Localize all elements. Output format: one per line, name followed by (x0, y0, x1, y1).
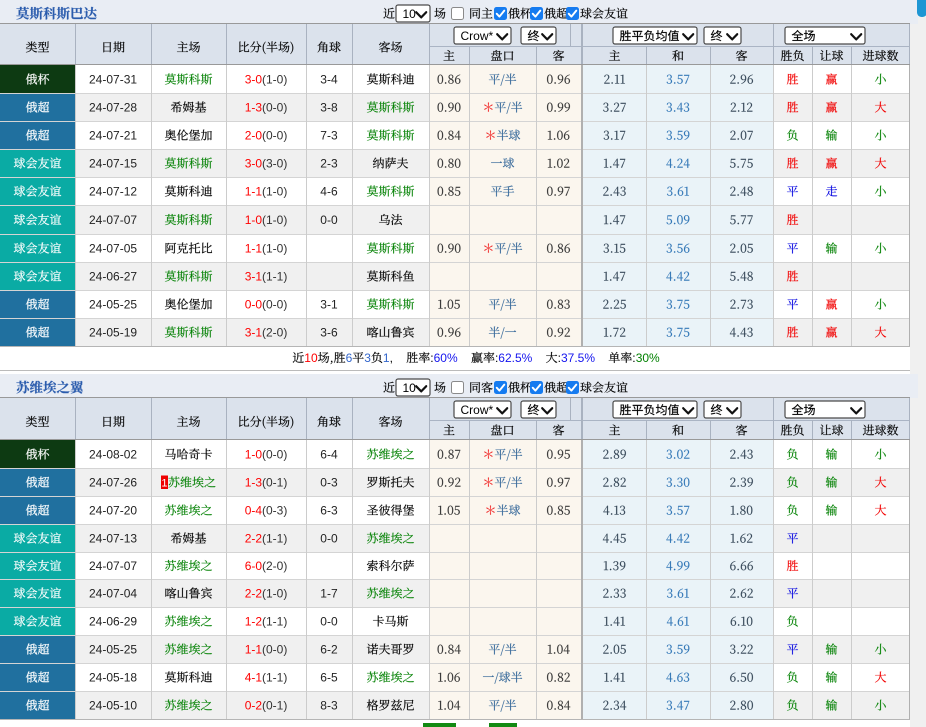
svg-text:(1-1): (1-1) (262, 270, 287, 284)
svg-text:24-07-26: 24-07-26 (89, 476, 137, 490)
svg-text:10: 10 (304, 351, 318, 365)
svg-text:6: 6 (346, 351, 353, 365)
svg-text:10: 10 (403, 7, 417, 21)
svg-text:(0-0): (0-0) (262, 448, 287, 462)
svg-text:3-1: 3-1 (245, 326, 263, 340)
svg-text:6-2: 6-2 (320, 643, 338, 657)
svg-text:24-06-29: 24-06-29 (89, 615, 137, 629)
svg-text:(1-1): (1-1) (262, 615, 287, 629)
svg-text:4-1: 4-1 (245, 671, 263, 685)
svg-text:2-2: 2-2 (245, 532, 263, 546)
svg-text:(0-1): (0-1) (262, 699, 287, 713)
svg-text:1-7: 1-7 (320, 587, 338, 601)
svg-text:7-3: 7-3 (320, 129, 338, 143)
svg-text:(0-0): (0-0) (262, 298, 287, 312)
svg-text:1-0: 1-0 (245, 213, 263, 227)
svg-text:24-07-21: 24-07-21 (89, 129, 137, 143)
svg-text:Crow*: Crow* (461, 29, 494, 43)
svg-text:24-07-12: 24-07-12 (89, 185, 137, 199)
svg-text:2-3: 2-3 (320, 157, 338, 171)
svg-text:24-05-25: 24-05-25 (89, 298, 137, 312)
svg-text:24-07-07: 24-07-07 (89, 213, 137, 227)
svg-text:6-4: 6-4 (320, 448, 338, 462)
svg-text:(1-1): (1-1) (262, 532, 287, 546)
svg-text:6-3: 6-3 (320, 504, 338, 518)
svg-text:1-3: 1-3 (245, 101, 263, 115)
svg-text:1-3: 1-3 (245, 476, 263, 490)
svg-text:(0-0): (0-0) (262, 643, 287, 657)
svg-text:(0-3): (0-3) (262, 504, 287, 518)
svg-text:3: 3 (364, 351, 371, 365)
svg-text:0-0: 0-0 (320, 532, 338, 546)
svg-text:3-1: 3-1 (320, 298, 338, 312)
svg-text:(1-0): (1-0) (262, 242, 287, 256)
svg-text:(1-0): (1-0) (262, 73, 287, 87)
svg-text:(2-0): (2-0) (262, 559, 287, 573)
svg-text:(1-0): (1-0) (262, 185, 287, 199)
svg-text:24-05-25: 24-05-25 (89, 643, 137, 657)
svg-text:3-0: 3-0 (245, 157, 263, 171)
svg-text:62.5%: 62.5% (498, 351, 532, 365)
svg-text:0-2: 0-2 (245, 699, 263, 713)
svg-text:(0-1): (0-1) (262, 476, 287, 490)
svg-text:Crow*: Crow* (461, 403, 494, 417)
svg-text:,: , (390, 351, 393, 365)
svg-text:3-0: 3-0 (245, 73, 263, 87)
svg-text:1-0: 1-0 (245, 448, 263, 462)
svg-text:1: 1 (161, 478, 167, 490)
svg-text:24-07-13: 24-07-13 (89, 532, 137, 546)
svg-text:1-1: 1-1 (245, 643, 263, 657)
svg-text:0-4: 0-4 (245, 504, 263, 518)
svg-text:24-07-04: 24-07-04 (89, 587, 137, 601)
svg-text:3-8: 3-8 (320, 101, 338, 115)
svg-text:(0-0): (0-0) (262, 129, 287, 143)
svg-text:3-6: 3-6 (320, 326, 338, 340)
svg-text:24-06-27: 24-06-27 (89, 270, 137, 284)
svg-text:(3-0): (3-0) (262, 157, 287, 171)
svg-text:37.5%: 37.5% (561, 351, 595, 365)
svg-text:0-0: 0-0 (320, 615, 338, 629)
svg-text:24-05-18: 24-05-18 (89, 671, 137, 685)
svg-text:(1-1): (1-1) (262, 671, 287, 685)
svg-text:(2-0): (2-0) (262, 326, 287, 340)
svg-text:24-07-15: 24-07-15 (89, 157, 137, 171)
svg-text:24-05-10: 24-05-10 (89, 699, 137, 713)
svg-text:0-0: 0-0 (320, 213, 338, 227)
svg-text:4-6: 4-6 (320, 185, 338, 199)
svg-text:24-07-07: 24-07-07 (89, 559, 137, 573)
svg-text:30%: 30% (636, 351, 660, 365)
svg-text:2-2: 2-2 (245, 587, 263, 601)
svg-text:0-3: 0-3 (320, 476, 338, 490)
svg-text:24-07-28: 24-07-28 (89, 101, 137, 115)
svg-text:1-2: 1-2 (245, 615, 263, 629)
svg-text:2-0: 2-0 (245, 129, 263, 143)
svg-text:24-07-05: 24-07-05 (89, 242, 137, 256)
svg-text:(0-0): (0-0) (262, 101, 287, 115)
svg-text:60%: 60% (434, 351, 458, 365)
svg-text:6-0: 6-0 (245, 559, 263, 573)
svg-text:1-1: 1-1 (245, 185, 263, 199)
svg-text:3-1: 3-1 (245, 270, 263, 284)
svg-text:24-08-02: 24-08-02 (89, 448, 137, 462)
svg-text:24-07-31: 24-07-31 (89, 73, 137, 87)
svg-text:(1-0): (1-0) (262, 213, 287, 227)
svg-text:0-0: 0-0 (245, 298, 263, 312)
svg-text:24-07-20: 24-07-20 (89, 504, 137, 518)
svg-text:24-05-19: 24-05-19 (89, 326, 137, 340)
svg-text:3-4: 3-4 (320, 73, 338, 87)
svg-text:8-3: 8-3 (320, 699, 338, 713)
svg-text:1-1: 1-1 (245, 242, 263, 256)
svg-text:6-5: 6-5 (320, 671, 338, 685)
svg-text:10: 10 (403, 381, 417, 395)
svg-text:(1-0): (1-0) (262, 587, 287, 601)
